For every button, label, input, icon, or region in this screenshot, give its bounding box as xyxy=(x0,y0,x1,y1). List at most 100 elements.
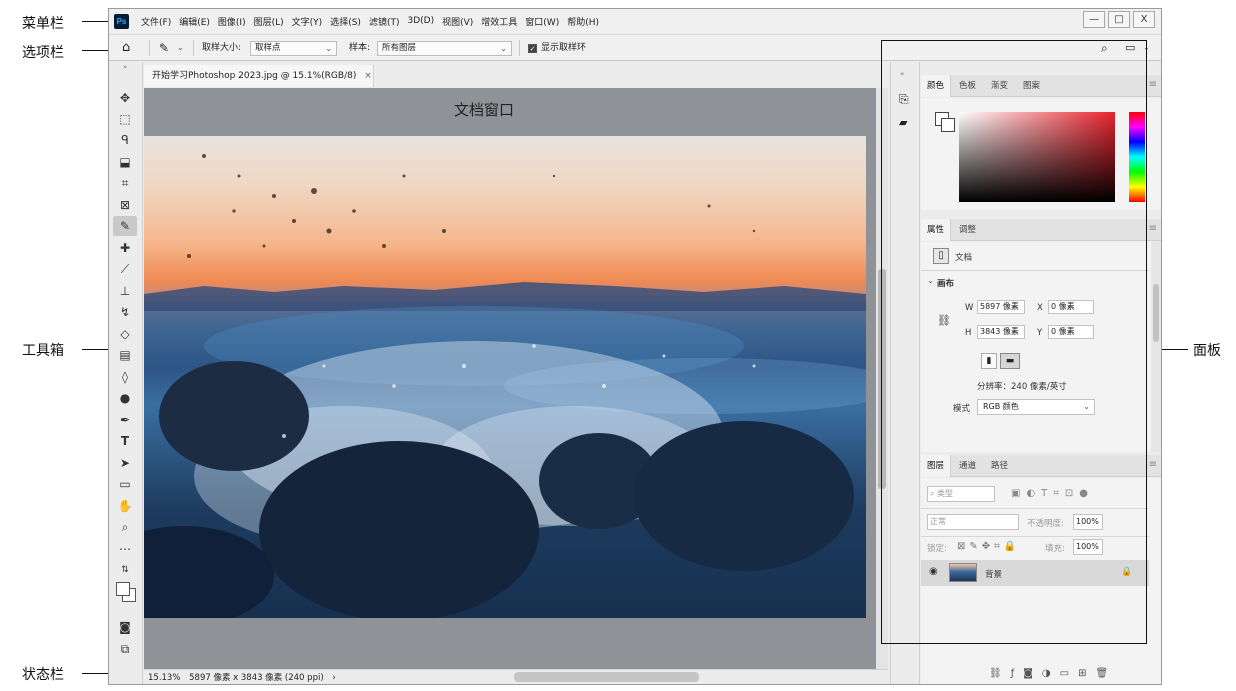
menu-window[interactable]: 窗口(W) xyxy=(521,15,563,28)
panel-menu-icon[interactable]: ≡ xyxy=(1149,223,1157,234)
tab-channels[interactable]: 通道 xyxy=(953,455,982,477)
tab-properties[interactable]: 属性 xyxy=(921,219,952,241)
status-info-arrow[interactable]: › xyxy=(332,673,335,683)
frame-tool-icon[interactable]: ⊠ xyxy=(113,195,137,215)
layer-row[interactable]: ◉ 背景 🔒 xyxy=(921,560,1149,586)
eraser-tool-icon[interactable]: ◇ xyxy=(113,324,137,344)
expand-panels-icon[interactable]: « xyxy=(900,70,904,78)
minimize-button[interactable]: — xyxy=(1083,11,1105,28)
collapsed-panel-strip: « ⎘ ▰ xyxy=(890,62,920,684)
options-bar: ⌂ ✎ ⌄ 取样大小: 取样点 ⌄ 样本: 所有图层 ⌄ ✓ 显示取样环 ⌕ ▭… xyxy=(109,34,1161,61)
zoom-level[interactable]: 15.13% xyxy=(148,673,180,683)
tab-layers[interactable]: 图层 xyxy=(921,455,952,477)
home-icon[interactable]: ⌂ xyxy=(122,35,130,61)
width-input[interactable]: 5897 像素 xyxy=(977,300,1025,314)
lasso-tool-icon[interactable]: ᑫ xyxy=(113,130,137,150)
properties-scrollbar[interactable] xyxy=(1151,242,1161,452)
dodge-tool-icon[interactable]: ● xyxy=(113,388,137,408)
tab-swatches[interactable]: 色板 xyxy=(953,75,982,97)
properties-scroll-thumb[interactable] xyxy=(1153,284,1159,342)
chevron-down-icon[interactable]: ⌄ xyxy=(1143,35,1150,61)
menu-view[interactable]: 视图(V) xyxy=(438,15,477,28)
path-selection-tool-icon[interactable]: ➤ xyxy=(113,453,137,473)
tab-patterns[interactable]: 图案 xyxy=(1017,75,1046,97)
color-background-swatch[interactable] xyxy=(941,118,955,132)
move-tool-icon[interactable]: ✥ xyxy=(113,88,137,108)
menu-edit[interactable]: 编辑(E) xyxy=(175,15,214,28)
tab-adjustments[interactable]: 调整 xyxy=(953,219,982,241)
menu-plugins[interactable]: 增效工具 xyxy=(477,15,521,28)
blend-mode-select[interactable]: 正常 xyxy=(927,514,1019,530)
ps-logo: Ps xyxy=(114,13,129,29)
foreground-background-color-icon[interactable] xyxy=(113,580,137,606)
y-input[interactable]: 0 像素 xyxy=(1048,325,1094,339)
height-input[interactable]: 3843 像素 xyxy=(977,325,1025,339)
quick-mask-icon[interactable]: ◙ xyxy=(113,617,137,637)
menu-layer[interactable]: 图层(L) xyxy=(250,15,288,28)
hand-tool-icon[interactable]: ✋ xyxy=(113,496,137,516)
link-dimensions-icon[interactable]: ⛓ xyxy=(937,314,951,327)
edit-toolbar-icon[interactable]: ⋯ xyxy=(113,539,137,559)
menu-help[interactable]: 帮助(H) xyxy=(563,15,603,28)
chevron-down-icon[interactable]: ⌄ xyxy=(927,276,934,285)
vertical-scroll-thumb[interactable] xyxy=(878,269,886,489)
chevron-down-icon: ⌄ xyxy=(325,44,332,53)
show-ring-checkbox[interactable]: ✓ xyxy=(528,44,537,53)
portrait-orientation-icon[interactable]: ▮ xyxy=(981,353,997,369)
brush-tool-icon[interactable]: ⟋ xyxy=(113,259,137,279)
history-brush-tool-icon[interactable]: ↯ xyxy=(113,302,137,322)
workspace-icon[interactable]: ▭ xyxy=(1125,35,1135,61)
sample-select[interactable]: 所有图层 ⌄ xyxy=(377,41,512,56)
menu-file[interactable]: 文件(F) xyxy=(137,15,175,28)
swap-colors-icon[interactable]: ⇅ xyxy=(113,560,137,580)
history-panel-icon[interactable]: ⎘ xyxy=(899,92,909,107)
menu-select[interactable]: 选择(S) xyxy=(326,15,365,28)
eye-visibility-icon[interactable]: ◉ xyxy=(929,566,938,577)
document-image[interactable] xyxy=(144,136,866,618)
collapse-toolbox-icon[interactable]: » xyxy=(113,62,137,72)
lock-icons[interactable]: ⊠✎✥⌗🔒 xyxy=(957,541,1020,552)
chevron-down-icon[interactable]: ⌄ xyxy=(177,35,184,61)
tab-gradients[interactable]: 渐变 xyxy=(985,75,1014,97)
sample-size-select[interactable]: 取样点 ⌄ xyxy=(250,41,337,56)
horizontal-scroll-thumb[interactable] xyxy=(514,672,699,682)
mode-select[interactable]: RGB 颜色 ⌄ xyxy=(977,399,1095,415)
document-tab[interactable]: 开始学习Photoshop 2023.jpg @ 15.1%(RGB/8) × xyxy=(144,65,374,87)
menu-image[interactable]: 图像(I) xyxy=(214,15,250,28)
rectangle-tool-icon[interactable]: ▭ xyxy=(113,474,137,494)
restore-button[interactable]: □ xyxy=(1108,11,1130,28)
panel-menu-icon[interactable]: ≡ xyxy=(1149,79,1157,90)
layer-filter-icons[interactable]: ▣◐T⌗⊡● xyxy=(1011,488,1094,499)
healing-brush-tool-icon[interactable]: ✚ xyxy=(113,238,137,258)
blur-tool-icon[interactable]: ◊ xyxy=(113,367,137,387)
menu-type[interactable]: 文字(Y) xyxy=(288,15,327,28)
close-tab-icon[interactable]: × xyxy=(364,71,372,81)
menu-filter[interactable]: 滤镜(T) xyxy=(365,15,404,28)
crop-tool-icon[interactable]: ⌗ xyxy=(113,173,137,193)
menu-3d[interactable]: 3D(D) xyxy=(403,16,438,26)
close-button[interactable]: X xyxy=(1133,11,1155,28)
pen-tool-icon[interactable]: ✒ xyxy=(113,410,137,430)
panel-menu-icon[interactable]: ≡ xyxy=(1149,459,1157,470)
eyedropper-tool-icon[interactable]: ✎ xyxy=(113,216,137,236)
screen-mode-icon[interactable]: ⧉ xyxy=(113,639,137,659)
gradient-tool-icon[interactable]: ▤ xyxy=(113,345,137,365)
comments-panel-icon[interactable]: ▰ xyxy=(899,116,907,129)
opacity-input[interactable]: 100% xyxy=(1073,514,1103,530)
fill-input[interactable]: 100% xyxy=(1073,539,1103,555)
object-selection-tool-icon[interactable]: ⬓ xyxy=(113,152,137,172)
hue-slider[interactable] xyxy=(1129,112,1145,202)
tab-color[interactable]: 颜色 xyxy=(921,75,952,97)
search-icon[interactable]: ⌕ xyxy=(1101,35,1108,61)
x-input[interactable]: 0 像素 xyxy=(1048,300,1094,314)
clone-stamp-tool-icon[interactable]: ⊥ xyxy=(113,281,137,301)
marquee-tool-icon[interactable]: ⬚ xyxy=(113,109,137,129)
layer-actions-icons[interactable]: ⛓ƒ◙◑▭⊞🗑 xyxy=(989,668,1117,679)
zoom-tool-icon[interactable]: ⌕ xyxy=(113,517,137,537)
color-picker-field[interactable] xyxy=(959,112,1115,202)
eyedropper-preset-icon[interactable]: ✎ xyxy=(159,35,169,61)
type-tool-icon[interactable]: T xyxy=(113,431,137,451)
tab-paths[interactable]: 路径 xyxy=(985,455,1014,477)
landscape-orientation-icon[interactable]: ▬ xyxy=(1000,353,1020,369)
layer-filter-select[interactable]: ⌕ 类型 xyxy=(927,486,995,502)
